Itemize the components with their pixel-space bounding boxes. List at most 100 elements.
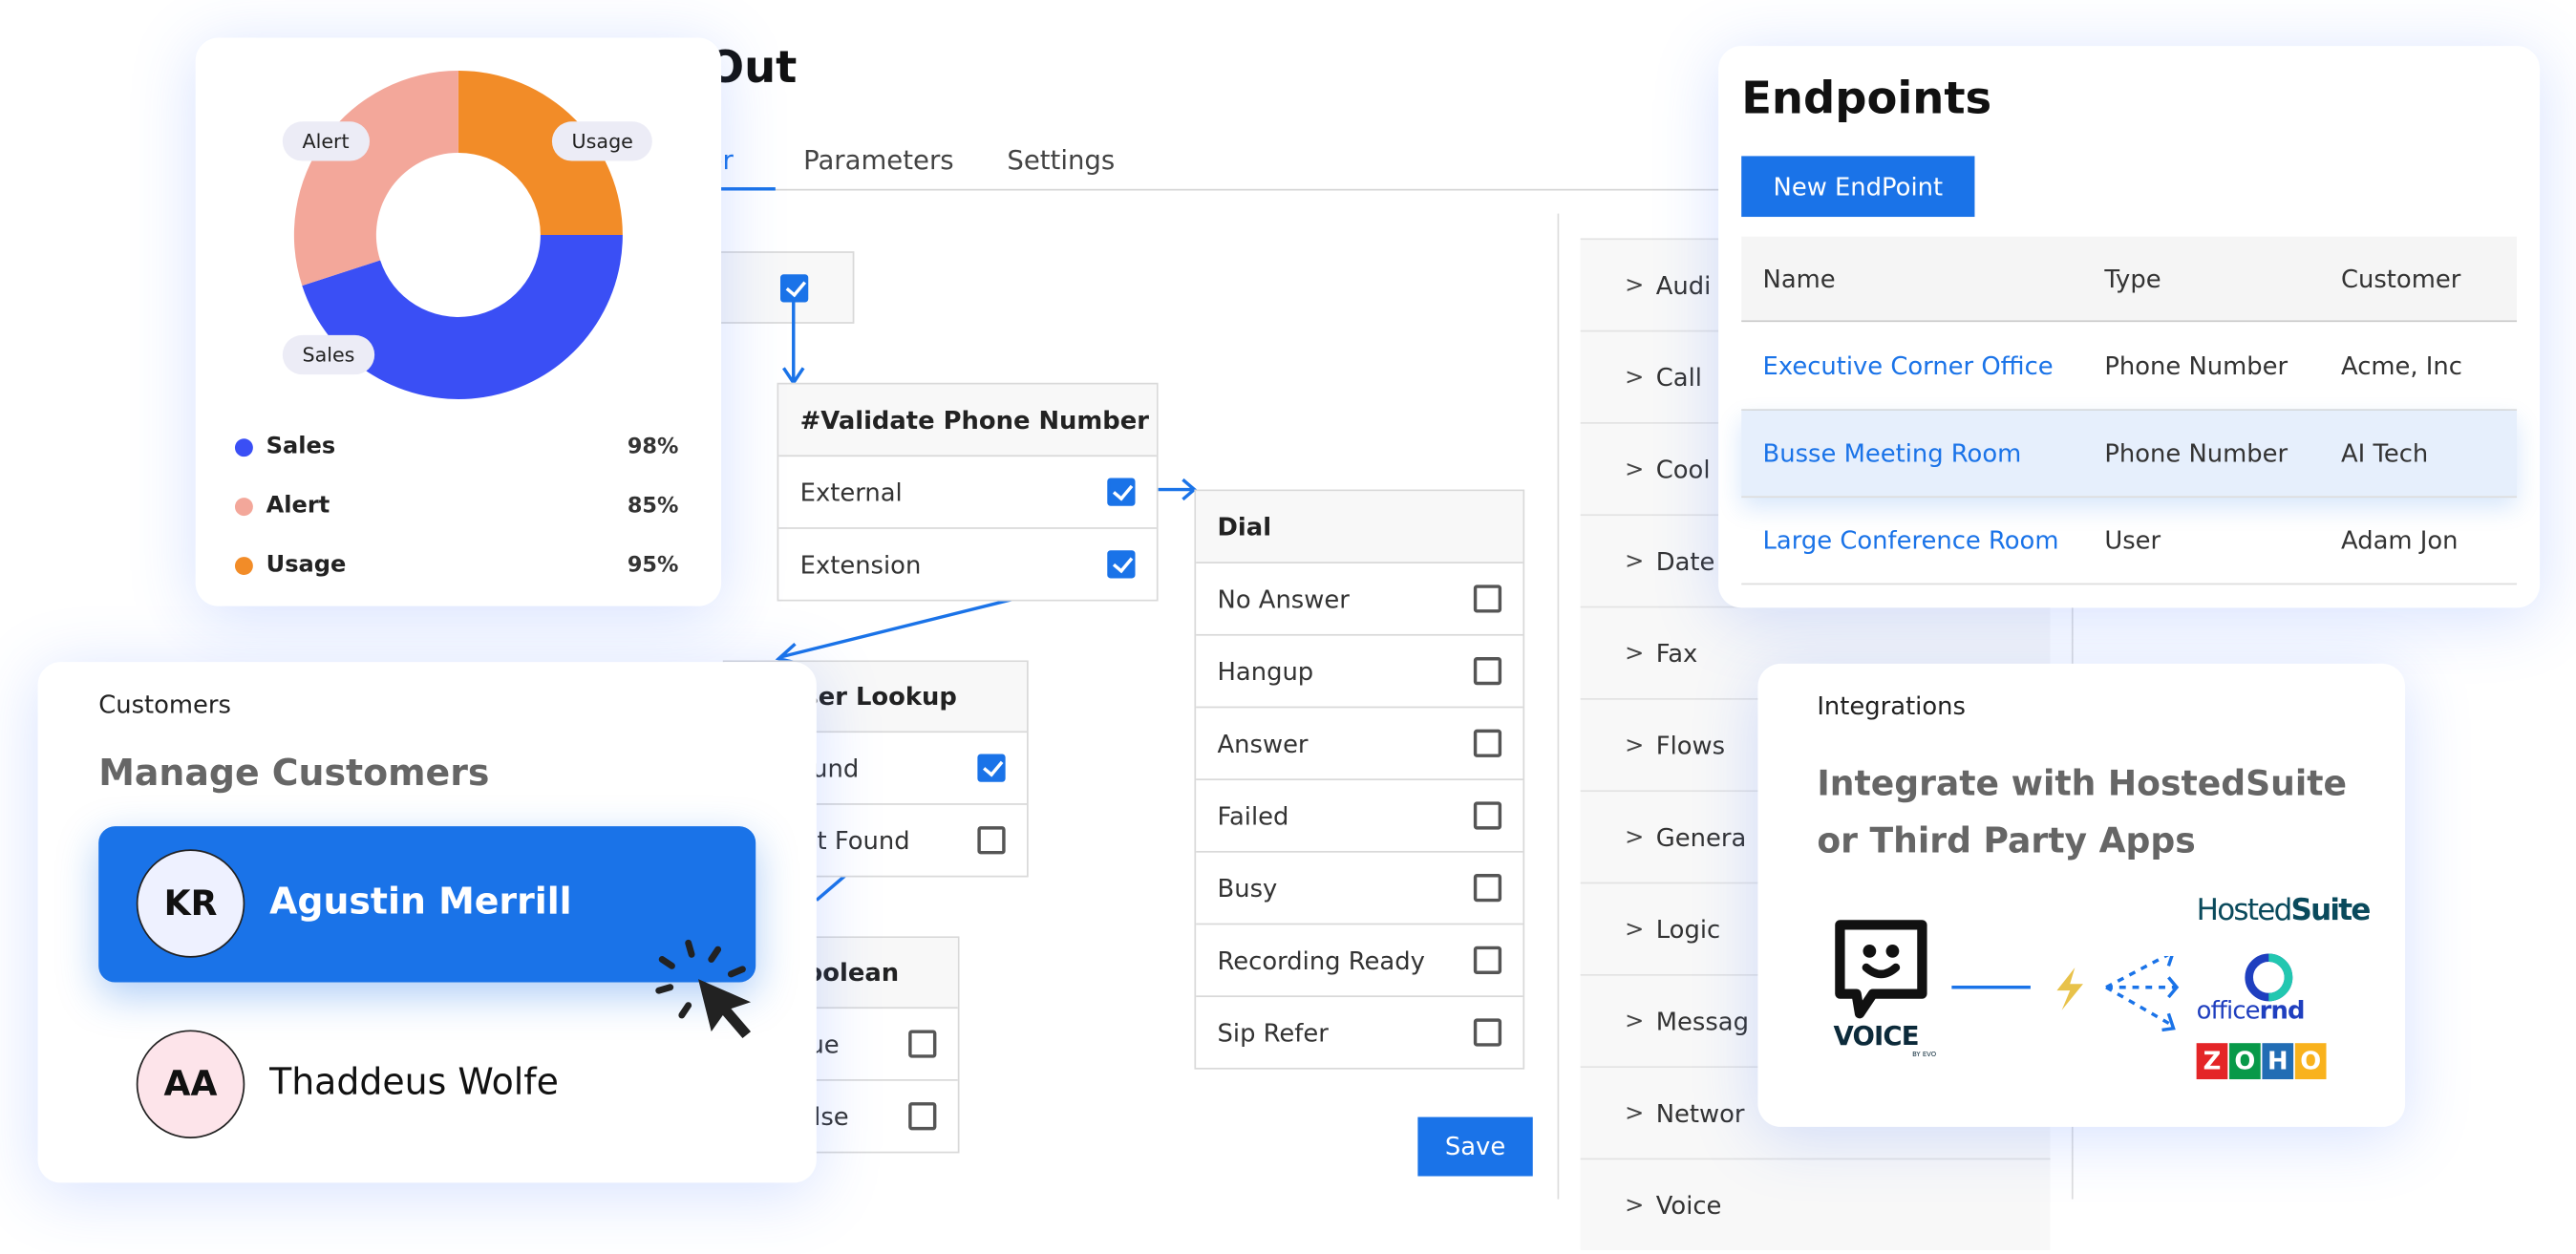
usage-chart-card: Alert Usage Sales Sales 98% Alert 85% Usag…	[195, 37, 722, 606]
category-label: Messag	[1655, 1006, 1749, 1036]
integration-arrows	[2056, 956, 2180, 1032]
category-label: Audi	[1655, 269, 1712, 300]
card-label: Integrations	[1817, 691, 1966, 722]
node-row: Busy	[1196, 853, 1523, 925]
node-title: Dial	[1196, 491, 1523, 563]
panel-divider	[1557, 213, 1560, 1200]
row-label: External	[799, 477, 903, 507]
row-label: Sip Refer	[1217, 1017, 1329, 1048]
heading-line: Integrate with HostedSuite	[1817, 763, 2347, 804]
endpoints-title: Endpoints	[1741, 74, 1992, 125]
slice-label-sales: Sales	[282, 334, 375, 375]
checkbox[interactable]	[1473, 657, 1502, 686]
table-row-highlighted[interactable]: Busse Meeting Room Phone Number AI Tech	[1741, 411, 2518, 499]
hostedsuite-logo: HostedSuite	[2196, 893, 2372, 928]
node-row: No Answer	[1196, 563, 1523, 636]
column-header: Type	[2104, 264, 2161, 294]
category-label: Logic	[1655, 914, 1721, 945]
category-label: Fax	[1655, 638, 1698, 669]
legend-label: Sales	[266, 434, 336, 460]
slice-label-alert: Alert	[282, 121, 370, 161]
table-header: Name Type Customer	[1741, 236, 2518, 323]
row-label: Hangup	[1217, 656, 1314, 687]
row-label: Busy	[1217, 873, 1278, 903]
category-label: Flows	[1655, 730, 1726, 760]
row-label: Answer	[1217, 728, 1309, 758]
card-heading: Integrate with HostedSuite or Third Part…	[1817, 755, 2347, 870]
dial-node[interactable]: Dial No Answer Hangup Answer Failed Busy…	[1194, 489, 1525, 1070]
checkbox[interactable]	[1473, 1018, 1502, 1047]
legend-item-sales: Sales 98%	[234, 434, 679, 460]
legend-label: Usage	[266, 551, 347, 579]
legend-dot	[234, 437, 253, 457]
checkbox[interactable]	[1107, 478, 1136, 506]
checkbox[interactable]	[977, 826, 1006, 855]
cell: User	[2104, 525, 2161, 556]
click-cursor-icon	[655, 939, 752, 1039]
legend-dot	[234, 556, 253, 575]
validate-phone-node[interactable]: #Validate Phone Number External Extensio…	[777, 382, 1159, 602]
checkbox[interactable]	[1473, 584, 1502, 613]
chevron-right-icon: >	[1625, 456, 1645, 482]
legend-pct: 95%	[627, 552, 679, 578]
node-row: Recording Ready	[1196, 925, 1523, 998]
officernd-logo: officernd	[2196, 995, 2306, 1026]
cell: Phone Number	[2104, 438, 2289, 469]
voice-logo-sub: BY EVO	[1912, 1050, 1937, 1058]
lightning-icon	[2056, 967, 2083, 1010]
category-label: Voice	[1655, 1190, 1722, 1221]
chevron-right-icon: >	[1625, 915, 1645, 943]
checkbox[interactable]	[977, 754, 1006, 782]
donut-slice-alert	[293, 70, 458, 287]
checkbox[interactable]	[1473, 874, 1502, 903]
card-label: Customers	[98, 690, 231, 720]
chevron-right-icon: >	[1625, 363, 1645, 391]
endpoint-name-link[interactable]: Executive Corner Office	[1763, 351, 2054, 380]
chevron-right-icon: >	[1625, 1008, 1645, 1034]
category-item[interactable]: > Voice	[1580, 1158, 2051, 1250]
voice-chat-icon	[1835, 920, 1927, 1019]
new-endpoint-button[interactable]: New EndPoint	[1741, 156, 1975, 218]
chevron-right-icon: >	[1625, 823, 1645, 851]
card-heading: Manage Customers	[98, 754, 490, 796]
chevron-right-icon: >	[1625, 547, 1645, 575]
category-label: Call	[1655, 362, 1702, 393]
row-label: Extension	[799, 549, 922, 580]
checkbox[interactable]	[1107, 550, 1136, 579]
connector-arrow	[782, 302, 805, 386]
integrations-card: Integrations Integrate with HostedSuite …	[1757, 663, 2406, 1127]
checkbox[interactable]	[908, 1030, 937, 1058]
heading-line: or Third Party Apps	[1817, 821, 2196, 861]
cell: AI Tech	[2341, 438, 2429, 469]
category-label: Networ	[1655, 1097, 1745, 1128]
legend-dot	[234, 497, 253, 516]
node-row: Failed	[1196, 780, 1523, 853]
node-row: Hangup	[1196, 636, 1523, 709]
legend-pct: 85%	[627, 493, 679, 519]
cell: Acme, Inc	[2341, 351, 2462, 381]
slice-label-usage: Usage	[551, 121, 653, 161]
checkbox[interactable]	[1473, 729, 1502, 757]
row-label: Failed	[1217, 800, 1289, 831]
save-button[interactable]: Save	[1417, 1116, 1533, 1177]
node-row: External	[778, 457, 1157, 529]
checkbox[interactable]	[1473, 946, 1502, 974]
chevron-right-icon: >	[1625, 732, 1645, 758]
legend-pct: 98%	[627, 434, 679, 459]
customers-card: Customers Manage Customers KR Agustin Me…	[37, 662, 817, 1183]
chevron-right-icon: >	[1625, 1191, 1645, 1219]
checkbox[interactable]	[908, 1102, 937, 1131]
customer-name: Agustin Merrill	[269, 882, 572, 924]
node-row: Extension	[778, 529, 1157, 600]
checkbox[interactable]	[1473, 801, 1502, 830]
zoho-logo: Z O H O	[2196, 1043, 2327, 1080]
endpoint-name-link[interactable]: Busse Meeting Room	[1763, 438, 2022, 468]
cell: Adam Jon	[2341, 525, 2459, 556]
chevron-right-icon: >	[1625, 271, 1645, 299]
table-row[interactable]: Large Conference Room User Adam Jon	[1741, 498, 2518, 585]
table-row[interactable]: Executive Corner Office Phone Number Acme,…	[1741, 322, 2518, 411]
column-header: Name	[1762, 264, 1836, 294]
endpoint-name-link[interactable]: Large Conference Room	[1763, 525, 2059, 555]
legend-item-usage: Usage 95%	[234, 551, 679, 579]
category-label: Genera	[1655, 821, 1747, 852]
